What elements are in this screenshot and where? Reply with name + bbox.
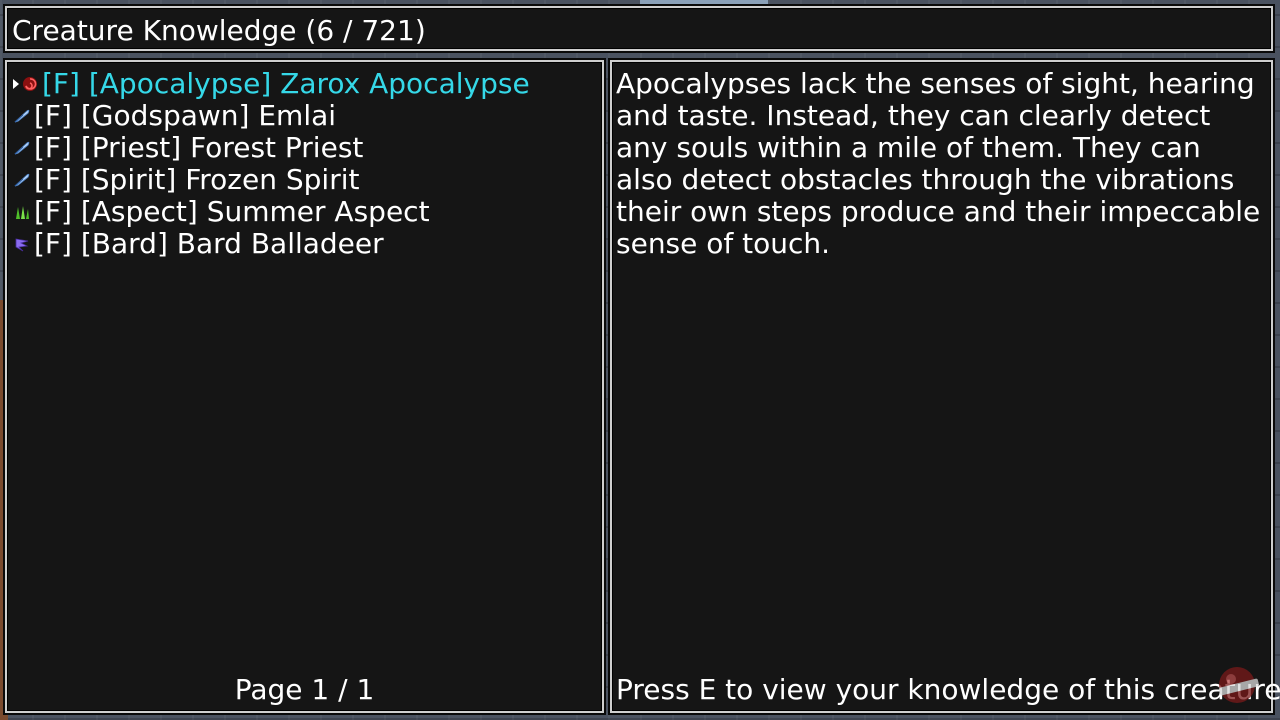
purple-wing-icon bbox=[15, 238, 29, 252]
creature-label: [F] [Apocalypse] Zarox Apocalypse bbox=[42, 67, 530, 100]
creature-label: [F] [Priest] Forest Priest bbox=[34, 131, 364, 164]
creature-list-item[interactable]: [F] [Aspect] Summer Aspect bbox=[13, 196, 598, 228]
creature-list-item[interactable]: [F] [Spirit] Frozen Spirit bbox=[13, 164, 598, 196]
creature-label: [F] [Aspect] Summer Aspect bbox=[34, 195, 430, 228]
creature-list-item[interactable]: [F] [Priest] Forest Priest bbox=[13, 132, 598, 164]
creature-list: [F] [Apocalypse] Zarox Apocalypse [F] [G… bbox=[13, 68, 598, 260]
creature-label: [F] [Godspawn] Emlai bbox=[34, 99, 337, 132]
creature-list-item[interactable]: [F] [Godspawn] Emlai bbox=[13, 100, 598, 132]
creature-list-panel: [F] [Apocalypse] Zarox Apocalypse [F] [G… bbox=[5, 60, 604, 713]
game-screen: Creature Knowledge (6 / 721) [F] [Apocal… bbox=[0, 0, 1280, 720]
feather-icon bbox=[14, 173, 30, 187]
red-swirl-icon bbox=[23, 77, 37, 91]
window-title: Creature Knowledge (6 / 721) bbox=[12, 14, 426, 47]
watermark-seal-icon bbox=[1219, 667, 1259, 703]
creature-label: [F] [Bard] Bard Balladeer bbox=[34, 227, 384, 260]
creature-list-item[interactable]: [F] [Bard] Bard Balladeer bbox=[13, 228, 598, 260]
creature-detail-panel: Apocalypses lack the senses of sight, he… bbox=[610, 60, 1280, 713]
view-knowledge-hint: Press E to view your knowledge of this c… bbox=[616, 673, 1280, 706]
feather-icon bbox=[14, 109, 30, 123]
creature-description: Apocalypses lack the senses of sight, he… bbox=[616, 67, 1261, 260]
selection-cursor-icon bbox=[13, 79, 19, 89]
page-indicator: Page 1 / 1 bbox=[234, 673, 375, 706]
creature-label: [F] [Spirit] Frozen Spirit bbox=[34, 163, 360, 196]
leaf-icon bbox=[16, 206, 29, 219]
feather-icon bbox=[14, 141, 30, 155]
creature-list-item[interactable]: [F] [Apocalypse] Zarox Apocalypse bbox=[13, 68, 598, 100]
title-bar: Creature Knowledge (6 / 721) bbox=[5, 6, 1273, 51]
